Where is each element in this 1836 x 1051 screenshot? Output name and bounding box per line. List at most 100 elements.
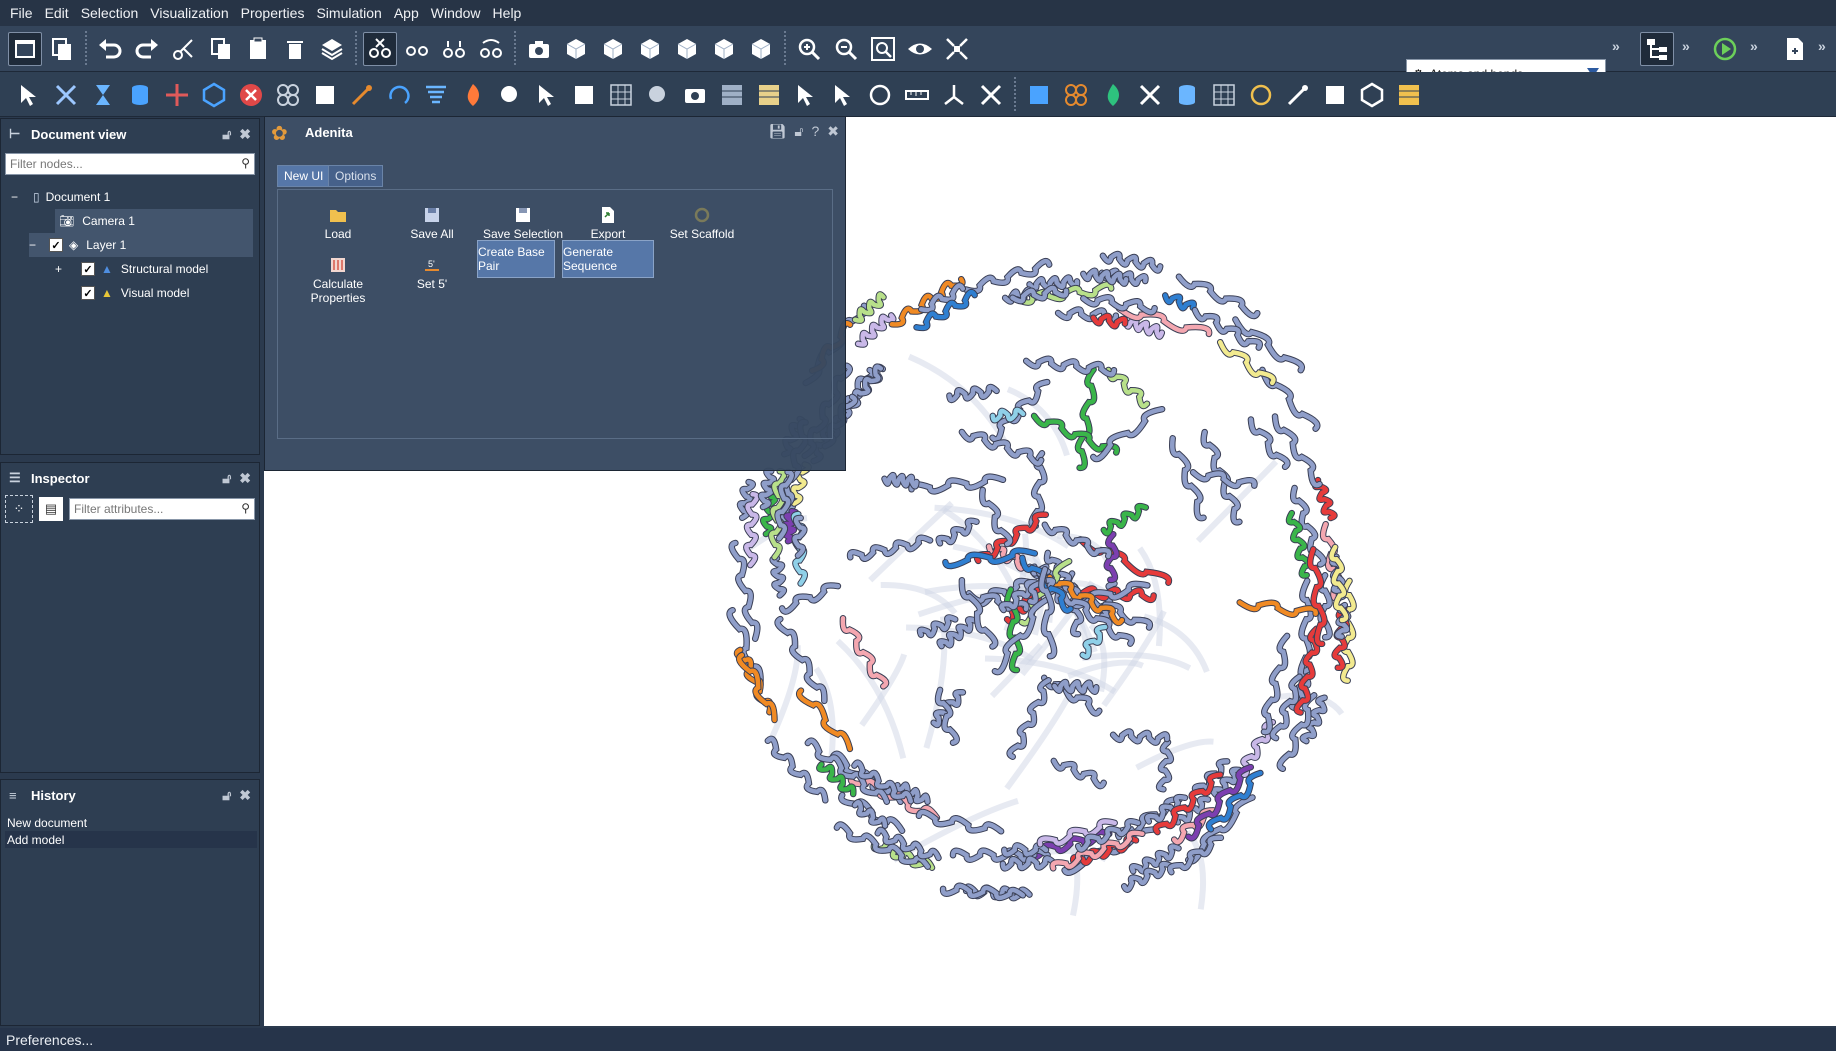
zoom-out-button[interactable] <box>829 32 863 66</box>
save-selection-button[interactable]: Save Selection <box>478 206 568 241</box>
fire-tool-button[interactable] <box>456 78 490 112</box>
polyhedron-tool-button[interactable] <box>197 78 231 112</box>
menu-help[interactable]: Help <box>487 5 528 21</box>
toolbar-overflow-icon[interactable]: » <box>1612 38 1620 54</box>
copy-button[interactable] <box>204 32 238 66</box>
bubble-tool-button[interactable] <box>641 78 675 112</box>
menu-window[interactable]: Window <box>425 5 487 21</box>
ruler-tool-button[interactable] <box>900 78 934 112</box>
view-left-button[interactable] <box>633 32 667 66</box>
help-icon[interactable]: ? <box>811 123 819 140</box>
structural-model-checkbox[interactable]: ✓ <box>81 262 95 276</box>
set-5-prime-button[interactable]: 5' Set 5' <box>410 256 454 291</box>
close-icon[interactable]: ✖ <box>239 787 251 804</box>
menu-edit[interactable]: Edit <box>39 5 75 21</box>
rotate-tool-button[interactable] <box>382 78 416 112</box>
toolbar-overflow-icon[interactable]: » <box>1818 38 1826 54</box>
transform-tool-button[interactable] <box>308 78 342 112</box>
circle-tool-button[interactable] <box>863 78 897 112</box>
tree-item-visual-model[interactable]: ✓ ▲ Visual model <box>81 281 189 305</box>
lock-icon[interactable]: 🔓︎ <box>222 126 231 143</box>
binocular-button-2[interactable] <box>437 32 471 66</box>
new-document-button[interactable] <box>1778 32 1812 66</box>
export-button[interactable]: Export <box>578 206 638 241</box>
circles-tool-button[interactable] <box>271 78 305 112</box>
preferences-status[interactable]: Preferences... <box>6 1032 93 1048</box>
dna-strand[interactable] <box>1237 600 1318 617</box>
close-icon[interactable]: ✖ <box>239 126 251 143</box>
view-top-button[interactable] <box>707 32 741 66</box>
camera-button[interactable] <box>522 32 556 66</box>
axes-tool-button[interactable] <box>937 78 971 112</box>
pointer-tool-button[interactable] <box>530 78 564 112</box>
layers-button[interactable] <box>315 32 349 66</box>
tree-item-structural-model[interactable]: + ✓ ▲ Structural model <box>55 257 208 281</box>
fullscreen-button[interactable] <box>940 32 974 66</box>
dna-strand[interactable] <box>1007 678 1051 759</box>
snowflake-tool-button[interactable] <box>1133 78 1167 112</box>
undo-button[interactable] <box>93 32 127 66</box>
dna-strand[interactable] <box>1248 417 1290 470</box>
element-tool-button[interactable] <box>1318 78 1352 112</box>
play-button[interactable] <box>1708 32 1742 66</box>
lock-icon[interactable]: 🔓︎ <box>222 470 231 487</box>
select-nodes-icon[interactable]: ⁘ <box>5 495 33 523</box>
tab-new-ui[interactable]: New UI <box>277 165 331 187</box>
menu-file[interactable]: File <box>4 5 39 21</box>
menu-properties[interactable]: Properties <box>235 5 311 21</box>
eraser-tool-button[interactable] <box>567 78 601 112</box>
tree-item-layer[interactable]: − ✓ ◈ Layer 1 <box>29 233 253 257</box>
cut-button[interactable] <box>167 32 201 66</box>
history-item[interactable]: New document <box>5 814 257 831</box>
database-tool-button[interactable] <box>123 78 157 112</box>
zoom-in-button[interactable] <box>792 32 826 66</box>
menu-selection[interactable]: Selection <box>75 5 145 21</box>
scissors-tool-button[interactable] <box>49 78 83 112</box>
wand-tool-button[interactable] <box>345 78 379 112</box>
menu-simulation[interactable]: Simulation <box>310 5 387 21</box>
toolbar-overflow-icon[interactable]: » <box>1682 38 1690 54</box>
flower-tool-button[interactable] <box>1059 78 1093 112</box>
load-button[interactable]: Load <box>298 206 378 241</box>
menu-app[interactable]: App <box>388 5 425 21</box>
redo-button[interactable] <box>130 32 164 66</box>
box-tool-button[interactable] <box>1355 78 1389 112</box>
view-back-button[interactable] <box>596 32 630 66</box>
dna-strand[interactable] <box>1101 503 1149 536</box>
binocular-button-3[interactable] <box>474 32 508 66</box>
calculate-properties-button[interactable]: Calculate Properties <box>288 256 388 305</box>
zoom-fit-button[interactable] <box>866 32 900 66</box>
tab-options[interactable]: Options <box>328 165 384 187</box>
binocular-button-1[interactable] <box>400 32 434 66</box>
tree-item-camera[interactable]: 📷︎ Camera 1 <box>55 209 253 233</box>
tree-item-document[interactable]: − ▯ Document 1 <box>1 185 259 209</box>
view-bottom-button[interactable] <box>744 32 778 66</box>
inspector-view-icon[interactable]: ▤ <box>39 497 63 521</box>
select-tool-tool-button[interactable] <box>12 78 46 112</box>
mesh-tool-button[interactable] <box>1207 78 1241 112</box>
dna-strand[interactable] <box>1091 313 1128 329</box>
dna-strand[interactable] <box>1100 251 1163 273</box>
view-front-button[interactable] <box>559 32 593 66</box>
camera-tool-button[interactable] <box>678 78 712 112</box>
view-right-button[interactable] <box>670 32 704 66</box>
paste-button[interactable] <box>241 32 275 66</box>
tornado-tool-button[interactable] <box>419 78 453 112</box>
leaf-tool-button[interactable] <box>1096 78 1130 112</box>
reticle-tool-button[interactable] <box>160 78 194 112</box>
filter-attributes-input[interactable]: Filter attributes... ⚲ <box>69 498 255 520</box>
visibility-button[interactable] <box>903 32 937 66</box>
dna-strand[interactable] <box>1091 406 1165 462</box>
dna-strand[interactable] <box>779 583 841 614</box>
filter-nodes-input[interactable]: Filter nodes... ⚲ <box>5 153 255 175</box>
generate-sequence-button[interactable]: Generate Sequence <box>562 240 654 278</box>
pdb-tool-button[interactable] <box>1170 78 1204 112</box>
collapse-icon[interactable]: − <box>29 238 43 252</box>
stop-tool-button[interactable] <box>234 78 268 112</box>
binocular-close-button[interactable] <box>363 32 397 66</box>
shuffle-tool-button[interactable] <box>974 78 1008 112</box>
dna-strand[interactable] <box>770 555 787 598</box>
sun-tool-button[interactable] <box>1244 78 1278 112</box>
grid-tool-button[interactable] <box>715 78 749 112</box>
gradient-tool-button[interactable] <box>1022 78 1056 112</box>
